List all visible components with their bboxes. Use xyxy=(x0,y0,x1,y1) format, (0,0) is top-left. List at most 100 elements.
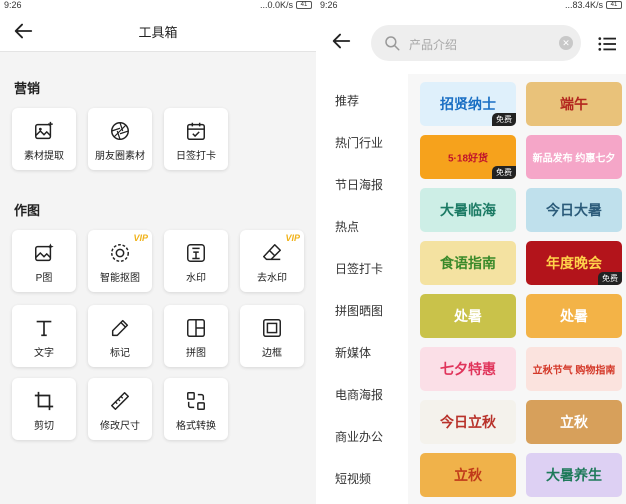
back-arrow-icon[interactable] xyxy=(330,30,352,52)
template-card[interactable]: 立秋 xyxy=(420,453,516,497)
tool-label: 去水印 xyxy=(257,273,287,284)
template-card-text: 今日大暑 xyxy=(546,202,602,218)
template-card[interactable]: 年度晚会 免费 xyxy=(526,241,622,285)
frame-icon xyxy=(263,319,281,337)
tool-label: 智能抠图 xyxy=(100,273,140,284)
tool-label: 边框 xyxy=(262,348,282,359)
template-card-text: 大暑临海 xyxy=(440,202,496,218)
category-item[interactable]: 拼图晒图 xyxy=(335,302,383,319)
tool-smart-cutout[interactable]: VIP 智能抠图 xyxy=(88,230,152,292)
category-item[interactable]: 节日海报 xyxy=(335,176,383,193)
image-sparkle-icon xyxy=(35,243,54,262)
template-card[interactable]: 处暑 xyxy=(420,294,516,338)
tool-label: P图 xyxy=(35,273,53,284)
category-item[interactable]: 短视频 xyxy=(335,470,371,487)
template-card[interactable]: 七夕特惠 xyxy=(420,347,516,391)
category-sidebar: 推荐 热门行业 节日海报 热点 日签打卡 拼图晒图 新媒体 电商海报 商业办公 … xyxy=(316,74,408,504)
template-card[interactable]: 端午 xyxy=(526,82,622,126)
category-item[interactable]: 商业办公 xyxy=(335,428,383,445)
template-card-text: 大暑养生 xyxy=(546,467,602,483)
template-card[interactable]: 5·18好货 免费 xyxy=(420,135,516,179)
template-card[interactable]: 立秋 xyxy=(526,400,622,444)
ruler-icon xyxy=(111,392,129,410)
clear-icon[interactable]: ✕ xyxy=(559,36,573,50)
template-card[interactable]: 立秋节气 购物指南 xyxy=(526,347,622,391)
toolbox-header: 工具箱 xyxy=(0,10,316,52)
template-card[interactable]: 处暑 xyxy=(526,294,622,338)
template-card-text: 处暑 xyxy=(454,308,482,324)
network-speed: ...0.0K/s xyxy=(259,0,293,10)
section-title-marketing: 营销 xyxy=(14,81,41,96)
tool-border[interactable]: 边框 xyxy=(240,305,304,367)
tool-remove-watermark[interactable]: VIP 去水印 xyxy=(240,230,304,292)
category-item[interactable]: 日签打卡 xyxy=(335,260,383,277)
free-badge: 免费 xyxy=(492,113,516,126)
tool-moments-material[interactable]: 朋友圈素材 xyxy=(88,108,152,170)
calendar-check-icon xyxy=(187,122,205,140)
battery-icon: 41 xyxy=(606,1,622,9)
template-card-text: 年度晚会 xyxy=(546,255,602,271)
status-bar: 9:26 ...83.4K/s 41 xyxy=(316,0,626,10)
template-card[interactable]: 大暑养生 xyxy=(526,453,622,497)
template-card-text: 立秋节气 购物指南 xyxy=(532,365,616,377)
network-speed: ...83.4K/s xyxy=(564,0,603,10)
free-badge: 免费 xyxy=(598,272,622,285)
template-card-text: 七夕特惠 xyxy=(440,361,496,377)
tool-watermark[interactable]: 水印 xyxy=(164,230,228,292)
toolbox-screen: 9:26 ...0.0K/s 41 工具箱 营销 素材提取 朋友圈素材 日签打卡… xyxy=(0,0,316,504)
pen-icon xyxy=(111,319,129,337)
tool-collage[interactable]: 拼图 xyxy=(164,305,228,367)
search-icon xyxy=(385,36,400,51)
tool-crop[interactable]: 剪切 xyxy=(12,378,76,440)
tool-label: 日签打卡 xyxy=(176,151,216,162)
template-card[interactable]: 新品发布 约惠七夕 xyxy=(526,135,622,179)
tool-label: 格式转换 xyxy=(176,421,216,432)
tool-label: 水印 xyxy=(186,273,206,284)
tool-resize[interactable]: 修改尺寸 xyxy=(88,378,152,440)
category-item[interactable]: 推荐 xyxy=(335,92,359,109)
category-item[interactable]: 热点 xyxy=(335,218,359,235)
aperture-icon xyxy=(111,122,129,140)
template-card-text: 处暑 xyxy=(560,308,588,324)
watermark-icon xyxy=(187,244,205,262)
template-card-text: 今日立秋 xyxy=(440,414,496,430)
battery-icon: 41 xyxy=(296,1,312,9)
tool-label: 拼图 xyxy=(186,348,206,359)
tool-label: 文字 xyxy=(34,348,54,359)
category-item[interactable]: 新媒体 xyxy=(335,344,371,361)
status-time: 9:26 xyxy=(320,0,338,10)
convert-icon xyxy=(187,392,205,410)
template-card[interactable]: 招贤纳士 免费 xyxy=(420,82,516,126)
eraser-icon xyxy=(263,244,281,261)
status-bar: 9:26 ...0.0K/s 41 xyxy=(0,0,316,10)
tool-text[interactable]: 文字 xyxy=(12,305,76,367)
cutout-icon xyxy=(111,244,129,262)
tool-label: 素材提取 xyxy=(24,151,64,162)
section-title-drawing: 作图 xyxy=(14,203,41,218)
search-input[interactable]: 产品介绍 ✕ xyxy=(371,25,581,61)
template-card[interactable]: 今日大暑 xyxy=(526,188,622,232)
category-item[interactable]: 电商海报 xyxy=(335,386,383,403)
template-card[interactable]: 今日立秋 xyxy=(420,400,516,444)
tool-photo-edit[interactable]: P图 xyxy=(12,230,76,292)
vip-badge: VIP xyxy=(133,233,148,243)
category-item[interactable]: 热门行业 xyxy=(335,134,383,151)
tool-format-convert[interactable]: 格式转换 xyxy=(164,378,228,440)
template-card-text: 食语指南 xyxy=(440,255,496,271)
template-card[interactable]: 大暑临海 xyxy=(420,188,516,232)
template-card-text: 5·18好货 xyxy=(447,153,488,165)
tool-label: 标记 xyxy=(110,348,130,359)
crop-icon xyxy=(34,391,54,411)
template-card[interactable]: 食语指南 xyxy=(420,241,516,285)
tool-material-extract[interactable]: 素材提取 xyxy=(12,108,76,170)
tool-label: 朋友圈素材 xyxy=(95,151,145,162)
template-card-text: 立秋 xyxy=(454,467,482,483)
template-card-text: 端午 xyxy=(560,96,588,112)
menu-list-icon[interactable] xyxy=(598,36,616,52)
vip-badge: VIP xyxy=(285,233,300,243)
template-card-text: 立秋 xyxy=(560,414,588,430)
tool-mark[interactable]: 标记 xyxy=(88,305,152,367)
text-icon xyxy=(36,320,52,337)
tool-daily-checkin[interactable]: 日签打卡 xyxy=(164,108,228,170)
page-title: 工具箱 xyxy=(138,25,178,40)
